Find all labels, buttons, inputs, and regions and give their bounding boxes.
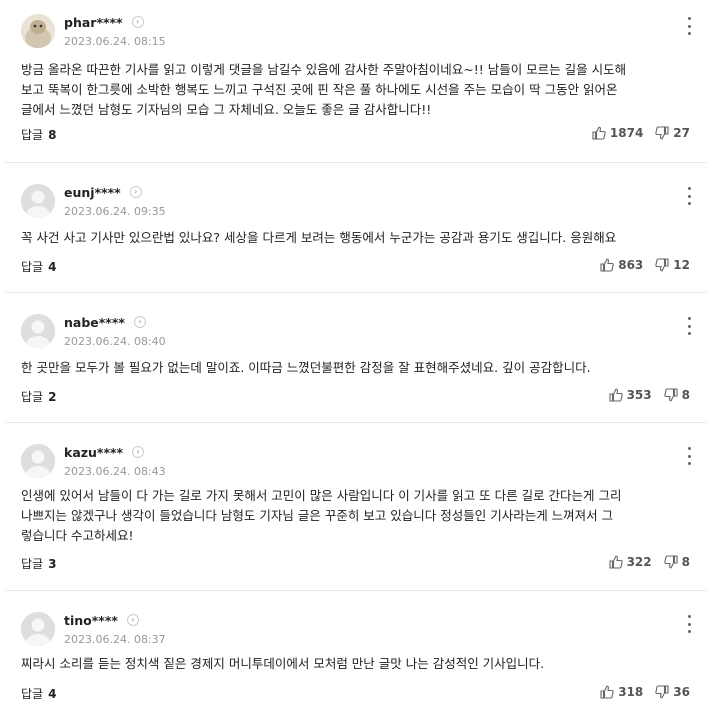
like-button[interactable]: 863: [600, 258, 643, 272]
vote-group: 1874 27: [592, 126, 690, 140]
avatar[interactable]: [21, 612, 55, 646]
nickname-row: phar**** ›: [64, 13, 144, 31]
like-button[interactable]: 1874: [592, 126, 643, 140]
thumbs-down-icon: [655, 126, 669, 140]
comment-date: 2023.06.24. 08:40: [64, 335, 166, 348]
reply-button[interactable]: 답글 4: [21, 258, 56, 275]
thumbs-up-icon: [609, 388, 623, 402]
avatar[interactable]: [21, 184, 55, 218]
nickname[interactable]: eunj****: [64, 185, 121, 200]
reply-count: 8: [48, 128, 57, 142]
chevron-right-icon[interactable]: ›: [133, 316, 146, 328]
comment-item: phar**** › 2023.06.24. 08:15 방금 올라온 따끈한 …: [5, 0, 706, 163]
comment-item: tino**** › 2023.06.24. 08:37 찌라시 소리를 듣는 …: [5, 598, 706, 721]
nickname[interactable]: nabe****: [64, 315, 125, 330]
reply-button[interactable]: 답글 4: [21, 685, 56, 702]
dislike-count: 36: [673, 685, 690, 699]
nickname[interactable]: tino****: [64, 613, 118, 628]
like-button[interactable]: 318: [600, 685, 643, 699]
reply-button[interactable]: 답글 8: [21, 126, 56, 143]
more-options-icon[interactable]: [685, 317, 693, 335]
reply-label: 답글: [21, 128, 44, 142]
vote-group: 322 8: [609, 555, 690, 569]
thumbs-down-icon: [655, 685, 669, 699]
like-count: 1874: [609, 126, 644, 140]
reply-count: 4: [48, 260, 57, 274]
like-count: 863: [618, 258, 644, 272]
chevron-right-icon[interactable]: ›: [131, 16, 144, 28]
like-count: 353: [626, 388, 652, 402]
comment-date: 2023.06.24. 08:37: [64, 633, 166, 646]
dislike-count: 27: [673, 126, 690, 140]
reply-button[interactable]: 답글 3: [21, 555, 56, 572]
dislike-count: 8: [681, 388, 690, 402]
avatar[interactable]: [21, 444, 55, 478]
like-button[interactable]: 322: [609, 555, 652, 569]
chevron-right-icon[interactable]: ›: [129, 186, 142, 198]
dislike-button[interactable]: 27: [655, 126, 690, 140]
more-options-icon[interactable]: [685, 447, 693, 465]
nickname-row: kazu**** ›: [64, 443, 145, 461]
reply-label: 답글: [21, 687, 44, 701]
reply-count: 2: [48, 390, 57, 404]
comment-date: 2023.06.24. 09:35: [64, 205, 166, 218]
thumbs-up-icon: [600, 685, 614, 699]
avatar[interactable]: [21, 14, 55, 48]
more-options-icon[interactable]: [685, 187, 693, 205]
comment-text: 인생에 있어서 남들이 다 가는 길로 가지 못해서 고민이 많은 사람입니다 …: [21, 488, 622, 543]
thumbs-down-icon: [655, 258, 669, 272]
dislike-count: 8: [681, 555, 690, 569]
reply-count: 3: [48, 557, 57, 571]
thumbs-up-icon: [600, 258, 614, 272]
comment-text: 찌라시 소리를 듣는 정치색 짙은 경제지 머니투데이에서 모처럼 만난 글맛 …: [21, 656, 545, 671]
reply-label: 답글: [21, 390, 44, 404]
like-button[interactable]: 353: [609, 388, 652, 402]
thumbs-down-icon: [663, 388, 678, 402]
more-options-icon[interactable]: [685, 17, 693, 35]
chevron-right-icon[interactable]: ›: [132, 446, 145, 458]
vote-group: 863 12: [600, 258, 690, 272]
reply-label: 답글: [21, 260, 44, 274]
like-count: 318: [618, 685, 644, 699]
nickname-row: eunj**** ›: [64, 183, 142, 201]
comment-text: 한 곳만을 모두가 볼 필요가 없는데 말이죠. 이따금 느꼈던불편한 감정을 …: [21, 360, 591, 375]
dislike-button[interactable]: 8: [663, 388, 690, 402]
comment-date: 2023.06.24. 08:15: [64, 35, 166, 48]
dislike-button[interactable]: 8: [663, 555, 690, 569]
comment-text: 꼭 사건 사고 기사만 있으란법 있나요? 세상을 다르게 보려는 행동에서 누…: [21, 230, 617, 245]
dislike-button[interactable]: 36: [655, 685, 690, 699]
thumbs-up-icon: [592, 126, 606, 140]
vote-group: 353 8: [609, 388, 690, 402]
like-count: 322: [626, 555, 652, 569]
vote-group: 318 36: [600, 685, 690, 699]
chevron-right-icon[interactable]: ›: [126, 614, 139, 626]
reply-button[interactable]: 답글 2: [21, 388, 56, 405]
reply-count: 4: [48, 687, 57, 701]
more-options-icon[interactable]: [685, 615, 693, 633]
comment-item: kazu**** › 2023.06.24. 08:43 인생에 있어서 남들이…: [5, 430, 706, 591]
comment-item: eunj**** › 2023.06.24. 09:35 꼭 사건 사고 기사만…: [5, 170, 706, 293]
comment-date: 2023.06.24. 08:43: [64, 465, 166, 478]
dislike-count: 12: [673, 258, 690, 272]
reply-label: 답글: [21, 557, 44, 571]
nickname[interactable]: phar****: [64, 15, 123, 30]
thumbs-up-icon: [609, 555, 623, 569]
comment-item: nabe**** › 2023.06.24. 08:40 한 곳만을 모두가 볼…: [5, 300, 706, 423]
nickname-row: nabe**** ›: [64, 313, 146, 331]
nickname-row: tino**** ›: [64, 611, 139, 629]
comment-text: 방금 올라온 따끈한 기사를 읽고 이렇게 댓글을 남길수 있음에 감사한 주말…: [21, 62, 627, 117]
thumbs-down-icon: [663, 555, 678, 569]
avatar[interactable]: [21, 314, 55, 348]
nickname[interactable]: kazu****: [64, 445, 123, 460]
dislike-button[interactable]: 12: [655, 258, 690, 272]
